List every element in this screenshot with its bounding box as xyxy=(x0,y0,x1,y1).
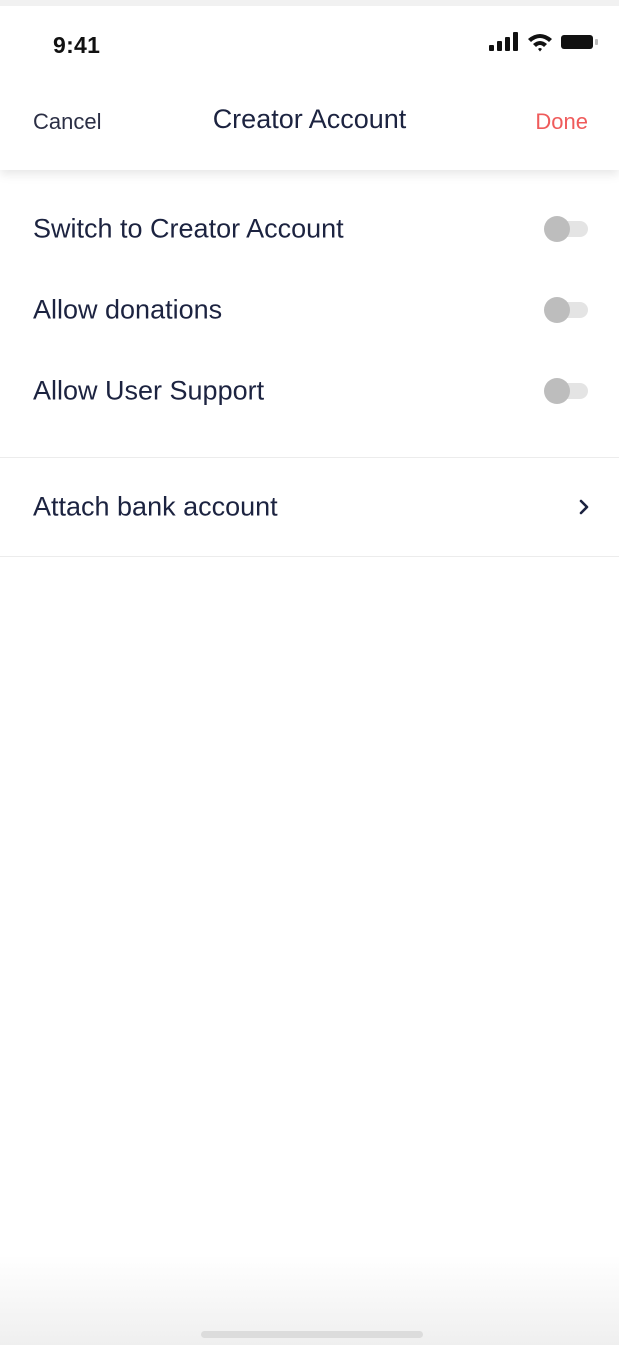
switch-creator-account-label: Switch to Creator Account xyxy=(33,213,344,244)
divider xyxy=(0,556,619,557)
home-indicator[interactable] xyxy=(201,1331,423,1338)
attach-bank-account-row[interactable]: Attach bank account xyxy=(0,477,619,537)
screen: 9:41 Cancel Creator Account Done Switch … xyxy=(0,6,619,1345)
header: 9:41 Cancel Creator Account Done xyxy=(0,6,619,170)
cellular-signal-icon xyxy=(489,31,519,57)
allow-donations-toggle[interactable] xyxy=(544,297,589,323)
page-title: Creator Account xyxy=(212,104,407,134)
switch-creator-account-row[interactable]: Switch to Creator Account xyxy=(0,199,619,259)
switch-creator-account-toggle[interactable] xyxy=(544,216,589,242)
toggle-knob xyxy=(544,378,570,404)
battery-icon xyxy=(561,32,599,57)
done-button[interactable]: Done xyxy=(535,109,588,135)
allow-user-support-row[interactable]: Allow User Support xyxy=(0,361,619,421)
chevron-right-icon xyxy=(576,497,592,517)
status-icons xyxy=(489,31,599,57)
toggle-knob xyxy=(544,216,570,242)
toggle-knob xyxy=(544,297,570,323)
status-time: 9:41 xyxy=(53,32,101,58)
allow-user-support-label: Allow User Support xyxy=(33,375,265,406)
divider xyxy=(0,457,619,458)
wifi-icon xyxy=(527,32,553,57)
attach-bank-account-label: Attach bank account xyxy=(33,491,278,522)
allow-donations-label: Allow donations xyxy=(33,294,223,325)
allow-user-support-toggle[interactable] xyxy=(544,378,589,404)
allow-donations-row[interactable]: Allow donations xyxy=(0,280,619,340)
